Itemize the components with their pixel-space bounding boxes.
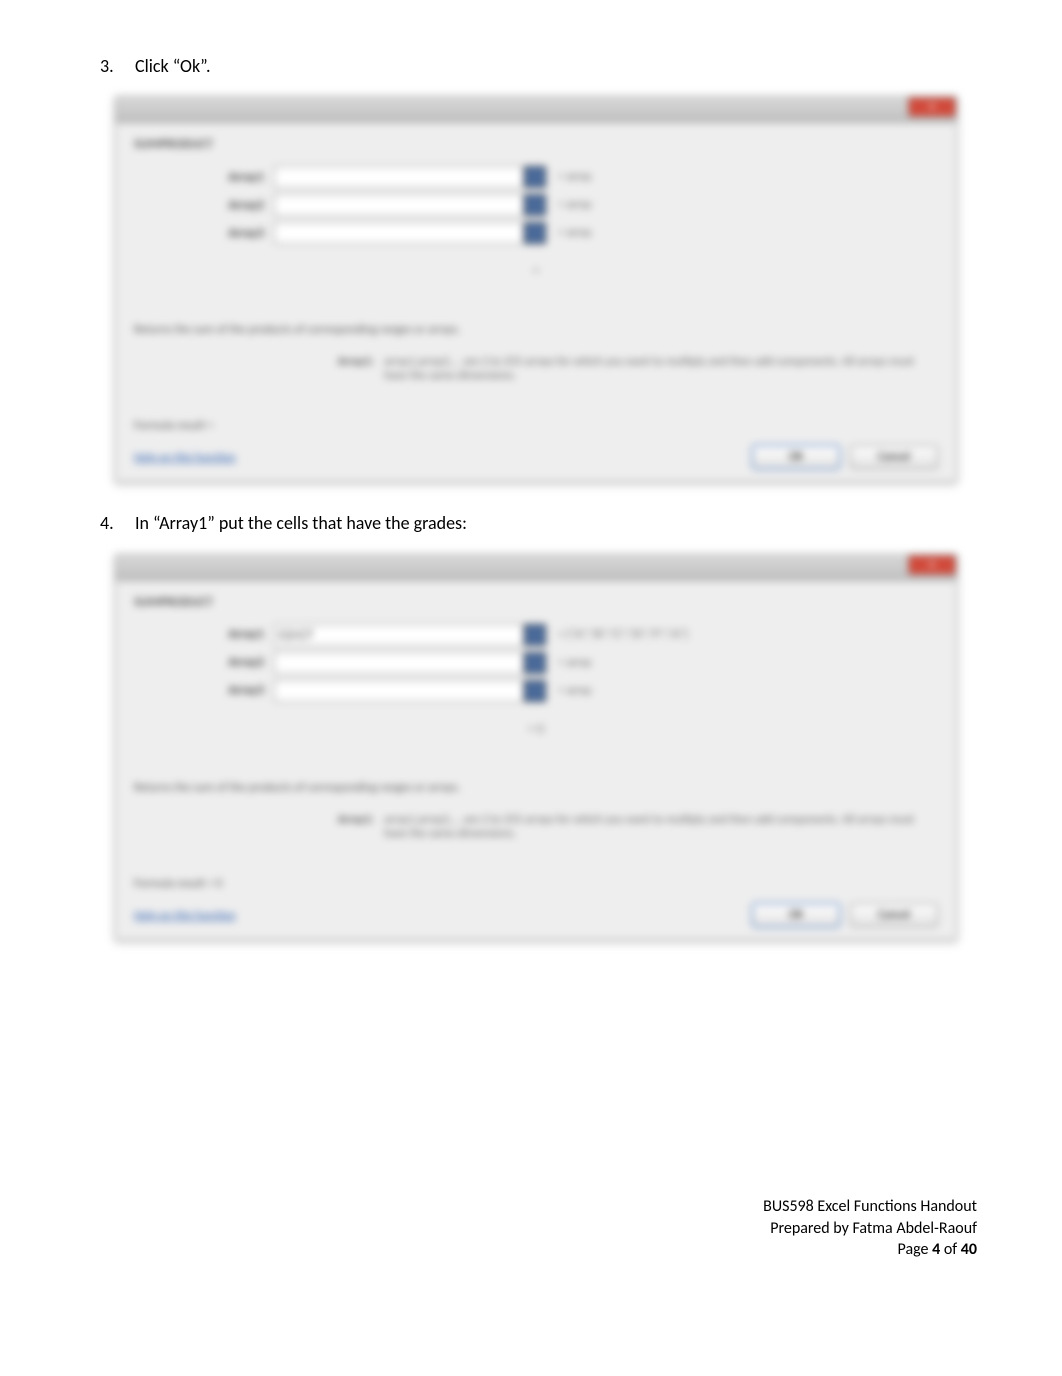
formula-result: Formula result = 0 [134,877,222,891]
function-summary: Returns the sum of the products of corre… [134,781,938,841]
arg-result: = array [558,170,592,184]
document-page: 3. Click “Ok”. ✕ SUMPRODUCT Array1 = arr… [0,0,1062,940]
summary-text: Returns the sum of the products of corre… [134,323,938,337]
arg-row-array2: Array2 = array [194,652,938,674]
step-number: 4. [100,512,135,535]
arg-result: = array [558,226,592,240]
page-prefix: Page [898,1240,933,1259]
result-equals: = 0 [134,722,938,737]
arg-row-array3: Array3 = array [194,222,938,244]
dialog-buttons: OK Cancel [752,445,938,469]
arg-label: Array3 [194,683,274,698]
result-equals: = [134,264,938,279]
range-selector-icon[interactable] [524,222,546,244]
arg-description-label: Array1: [134,355,384,383]
arg-label: Array1 [194,627,274,642]
step-number: 3. [100,55,135,78]
range-selector-icon[interactable] [524,624,546,646]
page-total: 40 [961,1240,977,1259]
footer-author: Prepared by Fatma Abdel-Raouf [763,1218,977,1240]
window-controls: ✕ [908,97,956,117]
arg-result: = array [558,198,592,212]
arg-row-array1: Array1 = array [194,166,938,188]
help-link[interactable]: Help on this function [134,909,236,923]
arg-result: = array [558,684,592,698]
step-4: 4. In “Array1” put the cells that have t… [100,512,977,535]
arg-result: = array [558,656,592,670]
footer-page: Page 4 of 40 [763,1239,977,1261]
array1-input[interactable] [274,166,524,188]
range-selector-icon[interactable] [524,194,546,216]
dialog-body: SUMPRODUCT Array1 = {"A";"B";"C";"D";"F"… [116,581,956,939]
cancel-button[interactable]: Cancel [850,903,938,927]
arg-label: Array1 [194,170,274,185]
function-summary: Returns the sum of the products of corre… [134,323,938,383]
page-footer: BUS598 Excel Functions Handout Prepared … [763,1196,977,1261]
window-controls: ✕ [908,555,956,575]
range-selector-icon[interactable] [524,652,546,674]
arg-description-text: array1,array2,... are 2 to 255 arrays fo… [384,355,938,383]
arg-label: Array2 [194,198,274,213]
dialog-body: SUMPRODUCT Array1 = array Array2 = array… [116,123,956,481]
range-selector-icon[interactable] [524,166,546,188]
footer-title: BUS598 Excel Functions Handout [763,1196,977,1218]
array3-input[interactable] [274,680,524,702]
array1-input[interactable] [274,624,524,646]
dialog-buttons: OK Cancel [752,903,938,927]
page-mid: of [940,1240,961,1259]
ok-button[interactable]: OK [752,903,840,927]
arg-description-row: Array1: array1,array2,... are 2 to 255 a… [134,813,938,841]
arg-description-label: Array1: [134,813,384,841]
arg-label: Array2 [194,655,274,670]
cancel-button[interactable]: Cancel [850,445,938,469]
close-icon[interactable]: ✕ [908,555,956,575]
dialog-titlebar: ✕ [116,97,956,123]
dialog-titlebar: ✕ [116,555,956,581]
arg-result: = {"A";"B";"C";"D";"F";"A"} [558,628,688,642]
function-name: SUMPRODUCT [134,137,938,152]
array2-input[interactable] [274,194,524,216]
ok-button[interactable]: OK [752,445,840,469]
range-selector-icon[interactable] [524,680,546,702]
step-text: In “Array1” put the cells that have the … [135,512,467,535]
array3-input[interactable] [274,222,524,244]
page-current: 4 [932,1240,940,1259]
array2-input[interactable] [274,652,524,674]
step-3: 3. Click “Ok”. [100,55,977,78]
function-name: SUMPRODUCT [134,595,938,610]
function-arguments-dialog-2: ✕ SUMPRODUCT Array1 = {"A";"B";"C";"D";"… [115,554,957,940]
close-icon[interactable]: ✕ [908,97,956,117]
arg-row-array1: Array1 = {"A";"B";"C";"D";"F";"A"} [194,624,938,646]
arg-description-text: array1,array2,... are 2 to 255 arrays fo… [384,813,938,841]
function-arguments-dialog-1: ✕ SUMPRODUCT Array1 = array Array2 = arr… [115,96,957,482]
arg-description-row: Array1: array1,array2,... are 2 to 255 a… [134,355,938,383]
arg-label: Array3 [194,226,274,241]
formula-result: Formula result = [134,419,213,433]
arg-row-array2: Array2 = array [194,194,938,216]
step-text: Click “Ok”. [135,55,211,78]
summary-text: Returns the sum of the products of corre… [134,781,938,795]
help-link[interactable]: Help on this function [134,451,236,465]
arg-row-array3: Array3 = array [194,680,938,702]
